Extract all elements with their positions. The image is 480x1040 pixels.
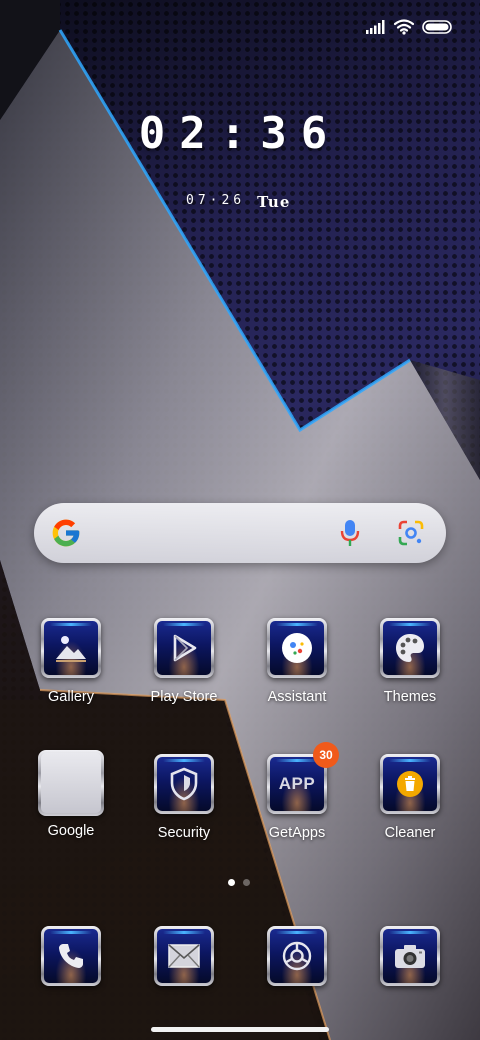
phone-icon <box>44 929 98 983</box>
app-getapps[interactable]: 30 APP GetApps <box>247 742 347 841</box>
messages-envelope-icon <box>157 929 211 983</box>
dock-messages[interactable] <box>134 926 234 986</box>
cleaner-trash-icon <box>383 757 437 811</box>
app-assistant[interactable]: Assistant <box>247 618 347 705</box>
google-logo-icon <box>50 517 82 554</box>
app-play-store[interactable]: Play Store <box>134 618 234 705</box>
google-search-bar[interactable] <box>34 503 446 563</box>
dock-camera[interactable] <box>360 926 460 986</box>
date-text: 07·26 <box>186 193 246 208</box>
dock-phone[interactable] <box>21 926 121 986</box>
signal-icon <box>366 20 386 34</box>
app-label: GetApps <box>268 825 326 841</box>
camera-icon <box>383 929 437 983</box>
app-label: Themes <box>383 689 437 705</box>
app-label: Gallery <box>48 689 94 705</box>
gesture-navigation-bar[interactable] <box>151 1027 329 1032</box>
clock-time[interactable]: 02:36 <box>0 108 480 159</box>
assistant-icon <box>270 621 324 675</box>
battery-icon <box>422 20 452 34</box>
folder-google[interactable]: Google <box>21 750 121 839</box>
app-label: Play Store <box>150 689 218 705</box>
weekday-text: Tue <box>257 193 291 211</box>
gallery-icon <box>44 621 98 675</box>
app-gallery[interactable]: Gallery <box>21 618 121 705</box>
getapps-icon-text: APP <box>278 774 316 793</box>
app-cleaner[interactable]: Cleaner <box>360 754 460 841</box>
app-themes[interactable]: Themes <box>360 618 460 705</box>
getapps-icon: APP <box>270 757 324 811</box>
microphone-icon[interactable] <box>340 519 360 552</box>
page-indicator[interactable] <box>228 879 250 886</box>
app-security[interactable]: Security <box>134 754 234 841</box>
app-label: Google <box>47 823 95 839</box>
google-folder-icon <box>41 753 101 813</box>
clock-date[interactable]: 07·26 Tue <box>186 193 290 211</box>
app-label: Assistant <box>267 689 327 705</box>
app-label: Cleaner <box>384 825 436 841</box>
wifi-icon <box>394 19 414 35</box>
notification-badge: 30 <box>313 742 339 768</box>
page-dot-1[interactable] <box>228 879 235 886</box>
browser-icon <box>270 929 324 983</box>
page-dot-2[interactable] <box>243 879 250 886</box>
status-bar <box>366 14 452 40</box>
security-shield-icon <box>157 757 211 811</box>
dock-browser[interactable] <box>247 926 347 986</box>
themes-palette-icon <box>383 621 437 675</box>
app-label: Security <box>157 825 211 841</box>
play-store-icon <box>157 621 211 675</box>
google-lens-icon[interactable] <box>398 520 424 551</box>
